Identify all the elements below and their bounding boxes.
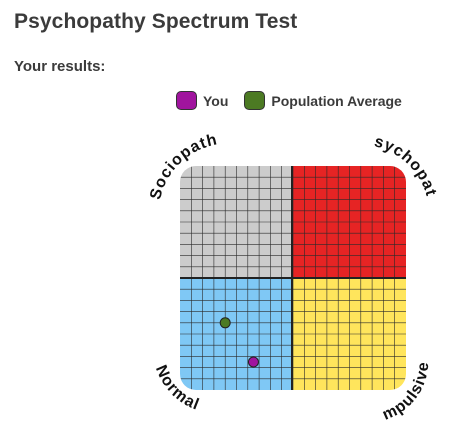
plot-area xyxy=(180,166,406,390)
point-population-average xyxy=(219,317,231,329)
spectrum-chart: Sociopath Psychopath Normal Impulsive xyxy=(0,0,439,424)
point-you xyxy=(247,356,259,368)
